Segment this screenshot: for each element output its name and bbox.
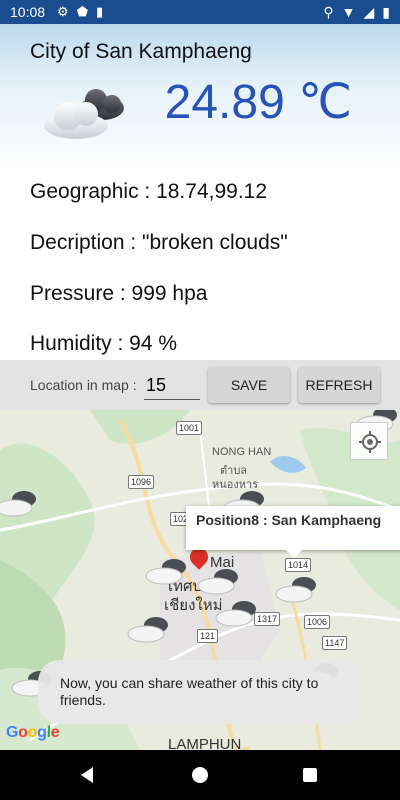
pressure-text: Pressure : 999 hpa (30, 282, 208, 305)
recent-apps-icon[interactable] (303, 768, 317, 782)
save-button[interactable]: SAVE (208, 367, 290, 403)
shield-icon: ⬟ (76, 4, 89, 19)
location-icon: ⚲ (323, 3, 334, 20)
road-shield: 1006 (304, 615, 331, 629)
road-shield: 1001 (176, 421, 203, 435)
location-zoom-label: Location in map : (30, 377, 137, 393)
humidity-text: Humidity : 94 % (30, 332, 178, 355)
settings-icon: ⚙ (57, 4, 69, 19)
share-toast: Now, you can share weather of this city … (38, 660, 362, 724)
navigation-bar (0, 750, 400, 800)
battery-icon: ▮ (382, 3, 390, 20)
crosshair-icon (359, 431, 381, 453)
back-icon[interactable] (81, 767, 93, 783)
signal-icon: ◢ (363, 3, 375, 20)
map-controls: Location in map : SAVE REFRESH (0, 360, 400, 410)
road-shield: 1014 (285, 558, 312, 572)
road-shield: 1096 (128, 475, 155, 489)
home-icon[interactable] (192, 767, 208, 783)
map-view[interactable]: 1001 1096 102 1014 1317 1006 121 1147 NO… (0, 410, 400, 750)
map-label-lamphun: LAMPHUN (168, 736, 242, 750)
zoom-level-input[interactable] (144, 372, 200, 400)
google-logo: Google (6, 724, 60, 741)
city-title: City of San Kamphaeng (30, 40, 252, 63)
weather-marker-icon[interactable] (0, 488, 40, 518)
weather-marker-icon[interactable] (144, 556, 190, 586)
status-time: 10:08 (10, 4, 46, 20)
temperature-value: 24.89 ℃ (164, 76, 352, 129)
road-shield: 1147 (322, 636, 348, 650)
my-location-button[interactable] (350, 422, 388, 460)
wifi-icon: ▼ (341, 4, 356, 20)
geographic-text: Geographic : 18.74,99.12 (30, 180, 268, 203)
weather-details: Geographic : 18.74,99.12 Decription : "b… (0, 170, 400, 360)
road-shield: 121 (197, 629, 219, 643)
map-label-nong-han: NONG HAN (212, 446, 272, 458)
weather-marker-icon[interactable] (196, 566, 242, 596)
sd-card-icon: ▮ (96, 4, 104, 19)
weather-header: City of San Kamphaeng 24.89 ℃ (0, 24, 400, 170)
weather-marker-icon[interactable] (274, 574, 320, 604)
refresh-button[interactable]: REFRESH (298, 367, 380, 403)
weather-marker-icon[interactable] (126, 614, 172, 644)
status-bar: 10:08 ⚙ ⬟ ▮ ⚲ ▼ ◢ ▮ (0, 0, 400, 24)
weather-marker-icon[interactable] (214, 598, 260, 628)
description-text: Decription : "broken clouds" (30, 231, 288, 254)
marker-info-window[interactable]: Position8 : San Kamphaeng (186, 506, 400, 558)
broken-clouds-icon (44, 89, 124, 139)
